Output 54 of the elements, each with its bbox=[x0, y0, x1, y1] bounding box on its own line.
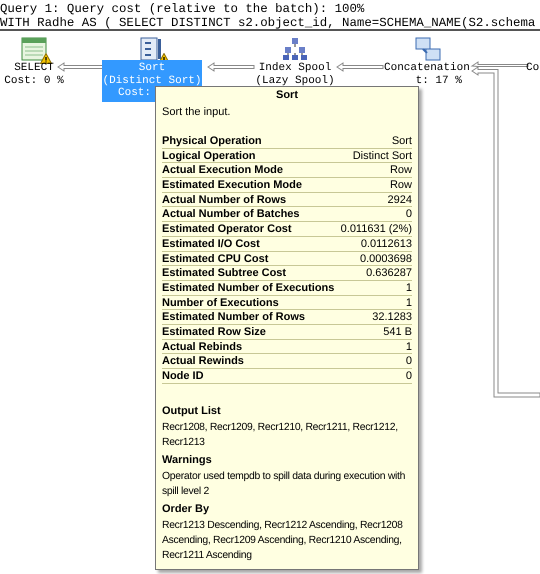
property-value: 0.636287 bbox=[366, 266, 412, 280]
property-value: 32.1283 bbox=[372, 310, 412, 324]
property-value: 1 bbox=[406, 280, 412, 295]
property-name: Actual Rebinds bbox=[162, 340, 242, 354]
property-name: Number of Executions bbox=[162, 296, 279, 310]
arrow-connector bbox=[336, 62, 384, 72]
property-name: Estimated I/O Cost bbox=[162, 236, 260, 250]
property-value: 2924 bbox=[388, 192, 412, 206]
property-name: Estimated Number of Executions bbox=[162, 280, 334, 295]
tooltip-description: Sort the input. bbox=[162, 105, 232, 120]
operator-label[interactable]: Index Spool (Lazy Spool) bbox=[255, 62, 335, 87]
property-name: Estimated Operator Cost bbox=[162, 222, 292, 236]
property-name: Estimated Subtree Cost bbox=[162, 266, 286, 280]
stacked-tables-icon[interactable] bbox=[415, 37, 441, 61]
property-name: Estimated Execution Mode bbox=[162, 178, 302, 192]
section-heading: Output List bbox=[162, 404, 222, 418]
property-name: Actual Execution Mode bbox=[162, 163, 284, 178]
arrow-connector bbox=[207, 62, 254, 72]
section-text: Recr1213 Descending, Recr1212 Ascending, Recr1208 Ascending, Recr1209 Ascending, Recr1210 Ascending, Recr1211 Ascending bbox=[162, 518, 404, 563]
table-icon[interactable] bbox=[21, 37, 47, 61]
property-value: 0 bbox=[406, 207, 412, 222]
operator-label[interactable]: SELECT Cost: 0 % bbox=[0, 62, 74, 87]
property-value: 0.0003698 bbox=[360, 252, 412, 266]
property-value: 1 bbox=[406, 296, 412, 310]
property-value: 0.011631 (2%) bbox=[340, 222, 412, 236]
operator-label[interactable]: Co bbox=[526, 62, 540, 74]
property-name: Node ID bbox=[162, 369, 204, 383]
property-name: Logical Operation bbox=[162, 148, 256, 162]
section-text: Recr1208, Recr1209, Recr1210, Recr1211, Recr1212, Recr1213 bbox=[162, 420, 399, 450]
sql-text: WITH Radhe AS ( SELECT DISTINCT s2.object_id, Name=SCHEMA_NAME(S2.schema bbox=[0, 16, 536, 29]
property-name: Actual Number of Batches bbox=[162, 207, 300, 222]
property-value: Row bbox=[390, 178, 412, 192]
section-heading: Order By bbox=[162, 502, 210, 516]
property-value: 1 bbox=[406, 340, 412, 354]
property-value: Distinct Sort bbox=[352, 148, 412, 162]
property-value: 0 bbox=[406, 354, 412, 368]
property-value: Row bbox=[390, 163, 412, 178]
section-text: Operator used tempdb to spill data during execution with spill level 2 bbox=[162, 470, 406, 499]
property-value: 541 B bbox=[383, 324, 412, 339]
property-value: 0.0112613 bbox=[360, 236, 412, 250]
property-name: Estimated CPU Cost bbox=[162, 252, 268, 266]
arrow-connector bbox=[57, 62, 104, 72]
property-name: Actual Rewinds bbox=[162, 354, 244, 368]
property-name: Physical Operation bbox=[162, 134, 262, 148]
tree-icon[interactable] bbox=[282, 37, 308, 61]
property-name: Estimated Number of Rows bbox=[162, 310, 306, 324]
property-value: Sort bbox=[392, 134, 412, 148]
property-value: 0 bbox=[406, 369, 412, 383]
operator-label[interactable]: Concatenation t: 17 % bbox=[384, 62, 470, 87]
section-heading: Warnings bbox=[162, 452, 213, 467]
tooltip-title: Sort bbox=[275, 88, 299, 103]
property-name: Estimated Row Size bbox=[162, 324, 266, 339]
query-cost-text: Query 1: Query cost (relative to the batch): 100% bbox=[0, 2, 364, 16]
property-name: Actual Number of Rows bbox=[162, 192, 286, 206]
